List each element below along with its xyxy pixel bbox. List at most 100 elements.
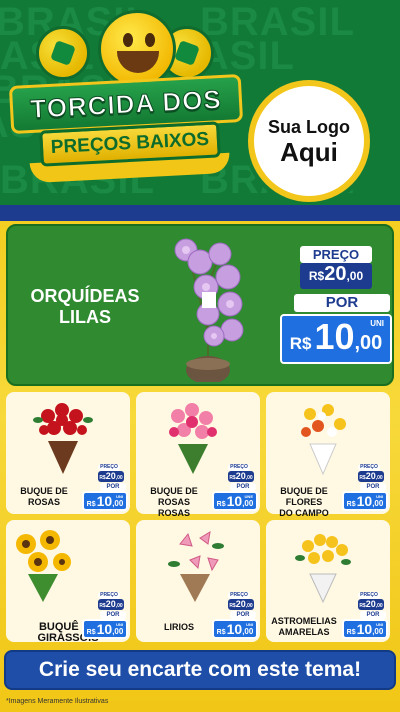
mascot-balls [36,10,214,88]
unit-label: UNE [244,494,253,499]
product-name: BUQUE DE ROSAS ROSAS [138,486,210,519]
new-price-value: 10 [356,621,373,637]
old-price-cents: ,00 [115,603,123,609]
disclaimer: *Imagens Meramente Ilustrativas [6,698,109,705]
logo-placeholder[interactable]: Sua Logo Aqui [248,80,370,202]
new-price-cents: ,00 [354,332,383,354]
old-price-value: 20 [324,263,347,285]
new-price-value: 10 [356,493,373,509]
eye-icon [145,33,155,47]
product-image [158,396,228,481]
product-image [8,524,78,609]
logo-text-line2: Aqui [280,136,338,167]
soccer-ball-icon [36,26,90,80]
product-name-line2: DO CAMPO [279,508,329,518]
unit-label: UNI [116,622,123,627]
old-price-cents: ,00 [115,475,123,481]
unit-label: UNI [376,494,383,499]
product-name-line1: BUQUE DE [20,486,68,496]
new-price: R$ 10,00 UNI [82,491,128,511]
product-card[interactable]: BUQUE DE ROSAS ROSAS PREÇO R$ 20,00 POR R$ 10,0… [136,392,260,518]
old-price-cents: ,00 [375,475,383,481]
currency: R$ [86,629,96,636]
cta-label: Crie seu encarte com este tema! [38,658,362,681]
unit-label: UNI [246,622,253,627]
campaign-title-line2: PREÇOS BAIXOS [50,128,210,159]
price-label: PREÇO [98,592,120,599]
price-label: PREÇO [98,464,120,471]
product-image [288,396,358,481]
product-name: BUQUE DE ROSAS [8,486,80,508]
product-name-line2: ROSAS [157,508,190,518]
featured-product[interactable]: ORQUÍDEAS LILAS PREÇO R$ 20 ,00 POR R$ 1… [6,224,394,386]
unit-label: UNI [370,319,384,328]
currency: R$ [216,501,226,508]
new-price: R$ 10,00 UNI [82,619,128,639]
product-card[interactable]: LIRIOS PREÇO R$ 20,00 POR R$ 10,00 UNI [136,520,260,642]
old-price: R$ 20,00 [98,599,124,610]
unit-label: UNI [116,494,123,499]
new-price: R$ 10,00 UNI [342,491,388,511]
currency: R$ [289,334,312,353]
por-label: POR [230,611,256,619]
orchid-image [174,238,244,382]
product-name: LIRIOS [154,622,204,633]
currency: R$ [308,269,325,283]
currency: R$ [216,629,226,636]
product-name-line2: ROSAS [27,497,60,507]
new-price: R$ 10 ,00 UNI [280,314,392,364]
old-price: R$ 20,00 [98,471,124,482]
old-price: R$ 20,00 [228,471,254,482]
smiley-ball-icon [98,10,176,88]
product-name-line2: AMARELAS [278,627,330,637]
new-price-cents: ,00 [372,627,384,636]
old-price-value: 20 [365,599,376,609]
por-label: POR [100,611,126,619]
old-price: R$ 20,00 [358,471,384,482]
currency: R$ [346,629,356,636]
product-card[interactable]: BUQUE DE ROSAS PREÇO R$ 20,00 POR R$ 10,00 UNI [6,392,130,514]
old-price-cents: ,00 [245,475,253,481]
new-price-cents: ,00 [242,499,254,508]
old-price-value: 20 [105,471,116,481]
product-card[interactable]: BUQUE DE FLORES DO CAMPO PREÇO R$ 20,00 POR R$… [266,392,390,518]
new-price: R$ 10,00 UNI [342,619,388,639]
price-label: PREÇO [228,464,250,471]
old-price: R$ 20,00 [358,599,384,610]
new-price-value: 10 [226,621,243,637]
new-price-cents: ,00 [112,627,124,636]
new-price-cents: ,00 [372,499,384,508]
por-label: POR [360,483,386,491]
product-name-line1: ASTROMELIAS [271,616,337,626]
por-label: POR [294,294,390,312]
product-name: BUQUE DE FLORES DO CAMPO [268,486,340,519]
campaign-title-line1: TORCIDA DOS [29,83,223,124]
header: BRASIL BRASIL BRASIL BRASIL BRASIL BRASI… [0,0,400,212]
new-price-value: 10 [314,316,355,357]
old-price-value: 20 [105,599,116,609]
old-price-cents: ,00 [375,603,383,609]
por-label: POR [100,483,126,491]
old-price-value: 20 [235,599,246,609]
featured-product-name: ORQUÍDEAS LILAS [10,286,160,328]
product-name: ASTROMELIAS AMARELAS [268,616,340,638]
flyer: BRASIL BRASIL BRASIL BRASIL BRASIL BRASI… [0,0,400,712]
product-image [28,396,98,481]
product-card[interactable]: ASTROMELIAS AMARELAS PREÇO R$ 20,00 POR R$ 10,0… [266,520,390,642]
featured-name-line2: LILAS [59,307,111,327]
new-price-cents: ,00 [242,627,254,636]
product-card[interactable]: BUQUÊ DE GIRASSÓIS PREÇO R$ 20,00 POR R$ 10,00… [6,520,130,644]
new-price-value: 10 [96,621,113,637]
price-label: PREÇO [358,464,380,471]
price-label: PREÇO [300,246,372,263]
eye-icon [123,33,133,47]
create-flyer-button[interactable]: Crie seu encarte com este tema! [4,650,396,690]
por-label: POR [230,483,256,491]
product-image [160,524,230,609]
currency: R$ [346,501,356,508]
new-price-value: 10 [226,493,243,509]
old-price: R$ 20 ,00 [300,263,372,289]
divider-band [0,205,400,221]
logo-text-line1: Sua Logo [268,116,350,137]
old-price-value: 20 [365,471,376,481]
